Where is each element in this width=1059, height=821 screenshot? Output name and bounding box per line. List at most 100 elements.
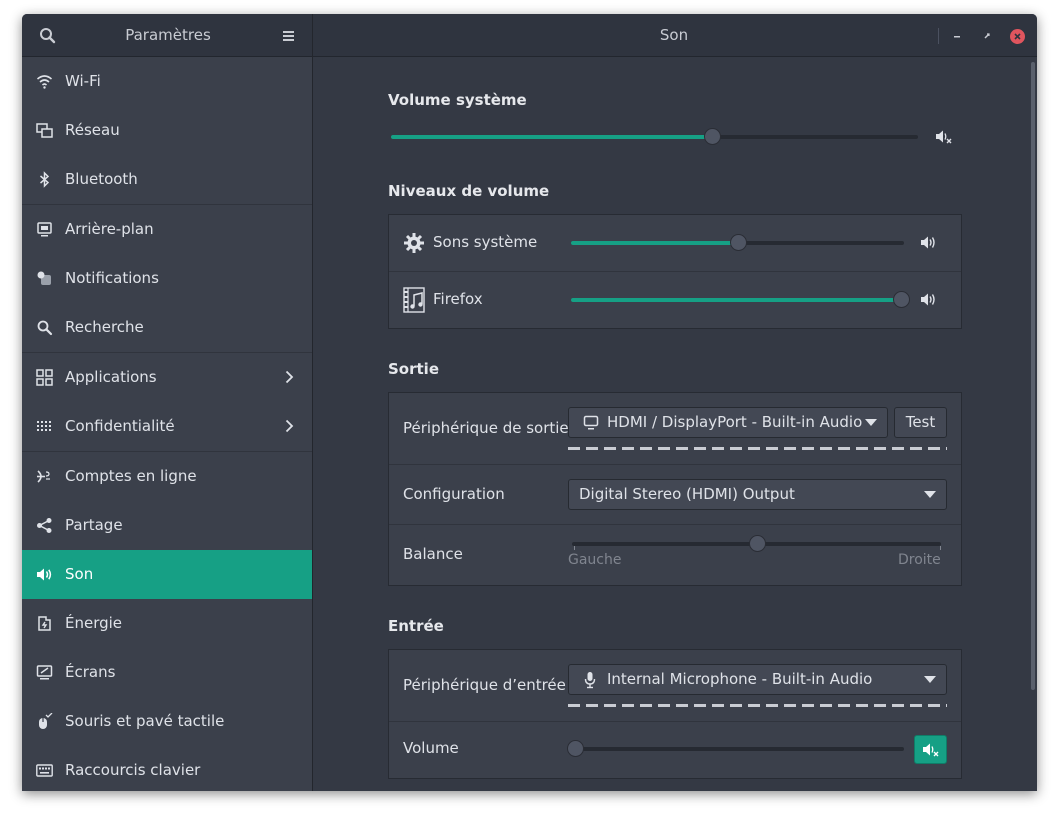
sidebar-item-power[interactable]: Énergie — [22, 599, 312, 648]
output-frame: Périphérique de sortie HDMI / DisplayPor… — [388, 392, 962, 586]
input-device-combo[interactable]: Internal Microphone - Built-in Audio — [568, 664, 947, 695]
displays-icon — [36, 664, 53, 681]
sidebar-item-background[interactable]: Arrière-plan — [22, 205, 312, 254]
speaker-icon[interactable] — [920, 291, 938, 309]
notifications-icon — [36, 270, 53, 287]
chevron-down-icon — [924, 491, 936, 498]
slider-fill — [571, 241, 738, 245]
input-device-label: Périphérique d’entrée — [403, 676, 566, 694]
sidebar-item-online-accounts[interactable]: Comptes en ligne — [22, 452, 312, 501]
slider-knob[interactable] — [892, 291, 910, 308]
input-volume-label: Volume — [403, 739, 459, 757]
panel-title: Son — [659, 26, 689, 44]
chevron-right-icon — [282, 419, 296, 433]
firefox-volume-slider[interactable] — [571, 291, 910, 308]
slider-fill — [391, 135, 713, 139]
output-device-combo[interactable]: HDMI / DisplayPort - Built-in Audio — [568, 407, 888, 438]
row-divider — [389, 524, 961, 525]
balance-tick-left — [574, 546, 575, 550]
settings-window: Paramètres Son Wi-Fi Réseau Bluetooth Ar… — [22, 14, 1037, 791]
slider-fill — [571, 298, 901, 302]
background-icon — [36, 221, 53, 238]
test-button[interactable]: Test — [894, 407, 947, 438]
speaker-muted-icon — [922, 743, 938, 756]
power-icon — [36, 615, 53, 632]
content-scrollbar[interactable] — [1031, 62, 1035, 690]
bluetooth-icon — [36, 171, 53, 188]
balance-right-label: Droite — [898, 552, 941, 568]
sidebar-item-displays[interactable]: Écrans — [22, 648, 312, 697]
close-button[interactable] — [1008, 27, 1026, 45]
sidebar-item-label: Raccourcis clavier — [65, 761, 201, 779]
sidebar-item-label: Notifications — [65, 269, 159, 287]
sidebar-item-applications[interactable]: Applications — [22, 353, 312, 402]
sidebar-item-search[interactable]: Recherche — [22, 303, 312, 352]
sidebar-item-label: Partage — [65, 516, 123, 534]
keyboard-icon — [36, 762, 53, 779]
sidebar-item-label: Wi-Fi — [65, 72, 101, 90]
hamburger-menu-icon[interactable] — [280, 27, 298, 45]
sidebar-item-privacy[interactable]: Confidentialité — [22, 402, 312, 451]
volume-row-label: Sons système — [433, 233, 538, 251]
output-device-label: Périphérique de sortie — [403, 419, 569, 437]
input-volume-slider[interactable] — [567, 740, 904, 757]
sidebar-item-wifi[interactable]: Wi-Fi — [22, 57, 312, 106]
output-device-value: HDMI / DisplayPort - Built-in Audio — [607, 413, 863, 431]
input-frame: Périphérique d’entrée Internal Microphon… — [388, 649, 962, 779]
row-divider — [389, 721, 961, 722]
sidebar-item-keyboard[interactable]: Raccourcis clavier — [22, 746, 312, 791]
slider-knob[interactable] — [729, 234, 747, 251]
sidebar-item-network[interactable]: Réseau — [22, 106, 312, 155]
network-icon — [36, 122, 53, 139]
gear-icon — [403, 232, 425, 254]
slider-knob[interactable] — [567, 740, 584, 757]
header-separator — [938, 28, 939, 44]
speaker-muted-icon[interactable] — [935, 128, 953, 146]
maximize-button[interactable] — [978, 27, 996, 45]
output-title: Sortie — [388, 360, 439, 378]
slider-knob[interactable] — [704, 128, 722, 145]
sidebar-item-label: Confidentialité — [65, 417, 175, 435]
system-sounds-slider[interactable] — [571, 234, 904, 251]
sidebar: Wi-Fi Réseau Bluetooth Arrière-plan Noti… — [22, 57, 313, 791]
close-icon — [1009, 28, 1025, 44]
minimize-button[interactable] — [948, 27, 966, 45]
sidebar-item-label: Bluetooth — [65, 170, 138, 188]
row-divider — [389, 271, 961, 272]
sidebar-item-mouse[interactable]: Souris et pavé tactile — [22, 697, 312, 746]
configuration-combo[interactable]: Digital Stereo (HDMI) Output — [568, 479, 947, 510]
film-music-icon — [403, 287, 427, 313]
chevron-right-icon — [282, 370, 296, 384]
configuration-label: Configuration — [403, 485, 505, 503]
applications-icon — [36, 369, 53, 386]
sidebar-item-sound[interactable]: Son — [22, 550, 312, 599]
sidebar-item-bluetooth[interactable]: Bluetooth — [22, 155, 312, 204]
input-device-value: Internal Microphone - Built-in Audio — [607, 670, 873, 688]
monitor-icon — [583, 415, 601, 431]
volume-levels-frame: Sons système Firefox — [388, 214, 962, 329]
sound-icon — [36, 566, 53, 583]
online-accounts-icon — [36, 468, 53, 485]
mouse-icon — [36, 713, 53, 730]
microphone-icon — [583, 671, 597, 689]
search-icon — [36, 319, 53, 336]
balance-left-label: Gauche — [568, 552, 622, 568]
search-icon[interactable] — [38, 26, 58, 46]
chevron-down-icon — [865, 419, 877, 426]
wifi-icon — [36, 73, 53, 90]
slider-knob[interactable] — [748, 535, 766, 552]
sidebar-item-label: Réseau — [65, 121, 120, 139]
sidebar-item-sharing[interactable]: Partage — [22, 501, 312, 550]
sidebar-item-label: Souris et pavé tactile — [65, 712, 225, 730]
speaker-icon[interactable] — [920, 234, 938, 252]
sidebar-item-notifications[interactable]: Notifications — [22, 254, 312, 303]
sidebar-item-label: Comptes en ligne — [65, 467, 197, 485]
input-mute-toggle[interactable] — [914, 735, 947, 764]
volume-row-label: Firefox — [433, 290, 483, 308]
balance-slider[interactable] — [572, 535, 941, 552]
chevron-down-icon — [924, 676, 936, 683]
privacy-icon — [36, 418, 53, 435]
system-volume-slider[interactable] — [391, 128, 918, 145]
header-bar: Paramètres Son — [22, 14, 1037, 57]
input-level-bar — [568, 704, 947, 707]
